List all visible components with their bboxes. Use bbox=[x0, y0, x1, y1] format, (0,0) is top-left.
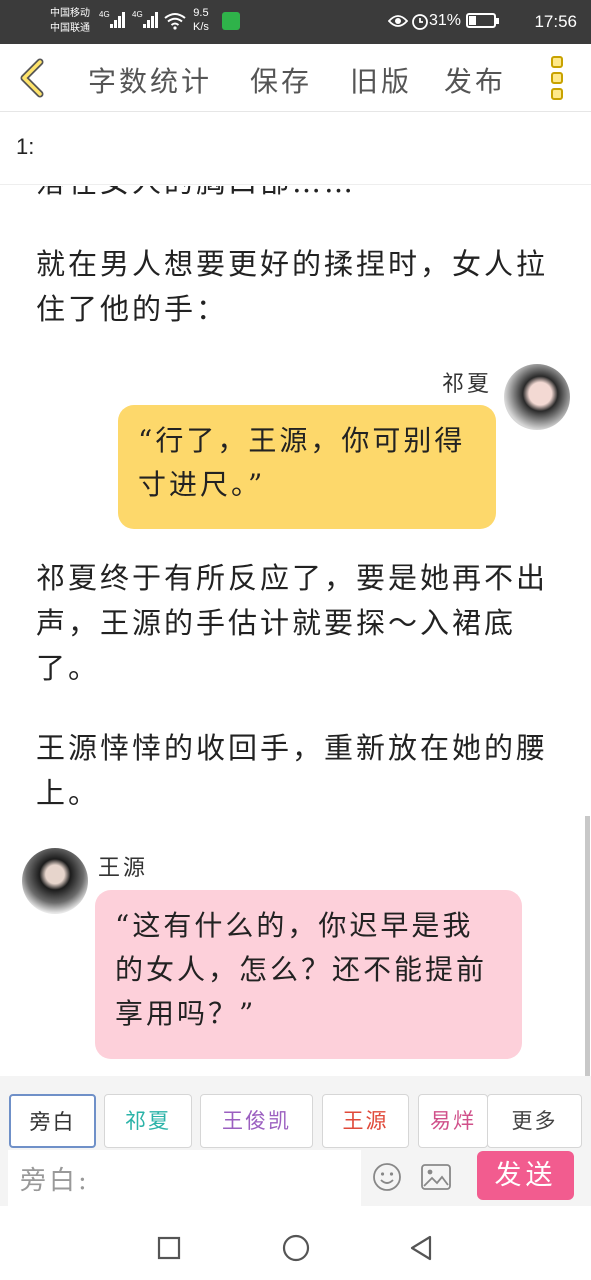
emoji-icon[interactable] bbox=[372, 1162, 402, 1192]
eye-icon bbox=[388, 15, 408, 27]
back-nav-icon[interactable] bbox=[408, 1234, 434, 1262]
speed-value: 9.5 bbox=[193, 7, 209, 19]
send-button[interactable]: 发送 bbox=[477, 1151, 574, 1200]
carrier-labels: 中国移动 中国联通 bbox=[50, 6, 90, 36]
carrier-2: 中国联通 bbox=[50, 23, 90, 34]
character-chip-wangyuan[interactable]: 王源 bbox=[322, 1094, 409, 1148]
character-chip-yiyang[interactable]: 易烊 bbox=[418, 1094, 488, 1148]
app-notification-icon bbox=[222, 12, 240, 30]
signal-2-icon bbox=[143, 12, 159, 28]
status-bar: 中国移动 中国联通 4G 4G 9.5 K/s 31% 17:56 bbox=[0, 0, 591, 44]
publish-button[interactable]: 发布 bbox=[444, 60, 506, 100]
battery-icon bbox=[466, 13, 499, 28]
alarm-icon bbox=[412, 14, 428, 30]
more-characters-button[interactable]: 更多 bbox=[487, 1094, 582, 1148]
story-content[interactable]: 落在女人的胸口部…… 就在男人想要更好的揉捏时，女人拉住了他的手： 祁夏 “行了… bbox=[0, 186, 591, 1075]
paragraph: 就在男人想要更好的揉捏时，女人拉住了他的手： bbox=[36, 247, 549, 326]
carrier-1: 中国移动 bbox=[50, 8, 90, 19]
system-nav-bar bbox=[0, 1206, 591, 1280]
message-input[interactable]: 旁白: bbox=[8, 1150, 361, 1206]
speed-unit: K/s bbox=[193, 21, 209, 33]
speaker-name: 祁夏 bbox=[442, 372, 493, 397]
network-type-1: 4G bbox=[99, 10, 110, 19]
chapter-label[interactable]: 1: bbox=[16, 134, 34, 160]
character-chip-narrator[interactable]: 旁白 bbox=[9, 1094, 96, 1148]
character-selector: 旁白 祁夏 王俊凯 王源 易烊 更多 bbox=[0, 1076, 591, 1148]
clock: 17:56 bbox=[534, 12, 577, 31]
input-row: 旁白: 发送 bbox=[0, 1148, 591, 1206]
image-icon[interactable] bbox=[421, 1164, 451, 1190]
speaker-name: 王源 bbox=[98, 856, 149, 881]
battery-percent: 31% bbox=[428, 12, 461, 29]
recent-apps-icon[interactable] bbox=[157, 1236, 181, 1260]
network-speed: 9.5 K/s bbox=[193, 6, 209, 34]
save-button[interactable]: 保存 bbox=[250, 60, 312, 100]
paragraph: 王源悻悻的收回手，重新放在她的腰上。 bbox=[36, 731, 549, 810]
old-version-button[interactable]: 旧版 bbox=[350, 60, 412, 100]
signal-1-icon bbox=[110, 12, 126, 28]
editor-toolbar: 字数统计 保存 旧版 发布 bbox=[0, 44, 591, 112]
dialogue-bubble-left[interactable]: “这有什么的，你迟早是我的女人，怎么？还不能提前享用吗？” bbox=[95, 890, 522, 1059]
paragraph: 祁夏终于有所反应了，要是她再不出声，王源的手估计就要探～入裙底了。 bbox=[36, 561, 549, 685]
back-arrow-icon[interactable] bbox=[14, 58, 50, 98]
network-type-2: 4G bbox=[132, 10, 143, 19]
word-count-button[interactable]: 字数统计 bbox=[88, 60, 212, 100]
character-chip-qixia[interactable]: 祁夏 bbox=[104, 1094, 192, 1148]
scrollbar[interactable] bbox=[585, 816, 590, 1076]
avatar-wangyuan[interactable] bbox=[22, 848, 88, 914]
more-menu-icon[interactable] bbox=[551, 56, 565, 102]
divider bbox=[0, 184, 591, 185]
wifi-icon bbox=[164, 13, 186, 30]
avatar-qixia[interactable] bbox=[504, 364, 570, 430]
battery-fill bbox=[469, 16, 477, 25]
home-icon[interactable] bbox=[282, 1234, 310, 1262]
dialogue-bubble-right[interactable]: “行了，王源，你可别得寸进尺。” bbox=[118, 405, 496, 529]
character-chip-wangjunkai[interactable]: 王俊凯 bbox=[200, 1094, 313, 1148]
paragraph-partial: 落在女人的胸口部…… bbox=[36, 186, 556, 205]
